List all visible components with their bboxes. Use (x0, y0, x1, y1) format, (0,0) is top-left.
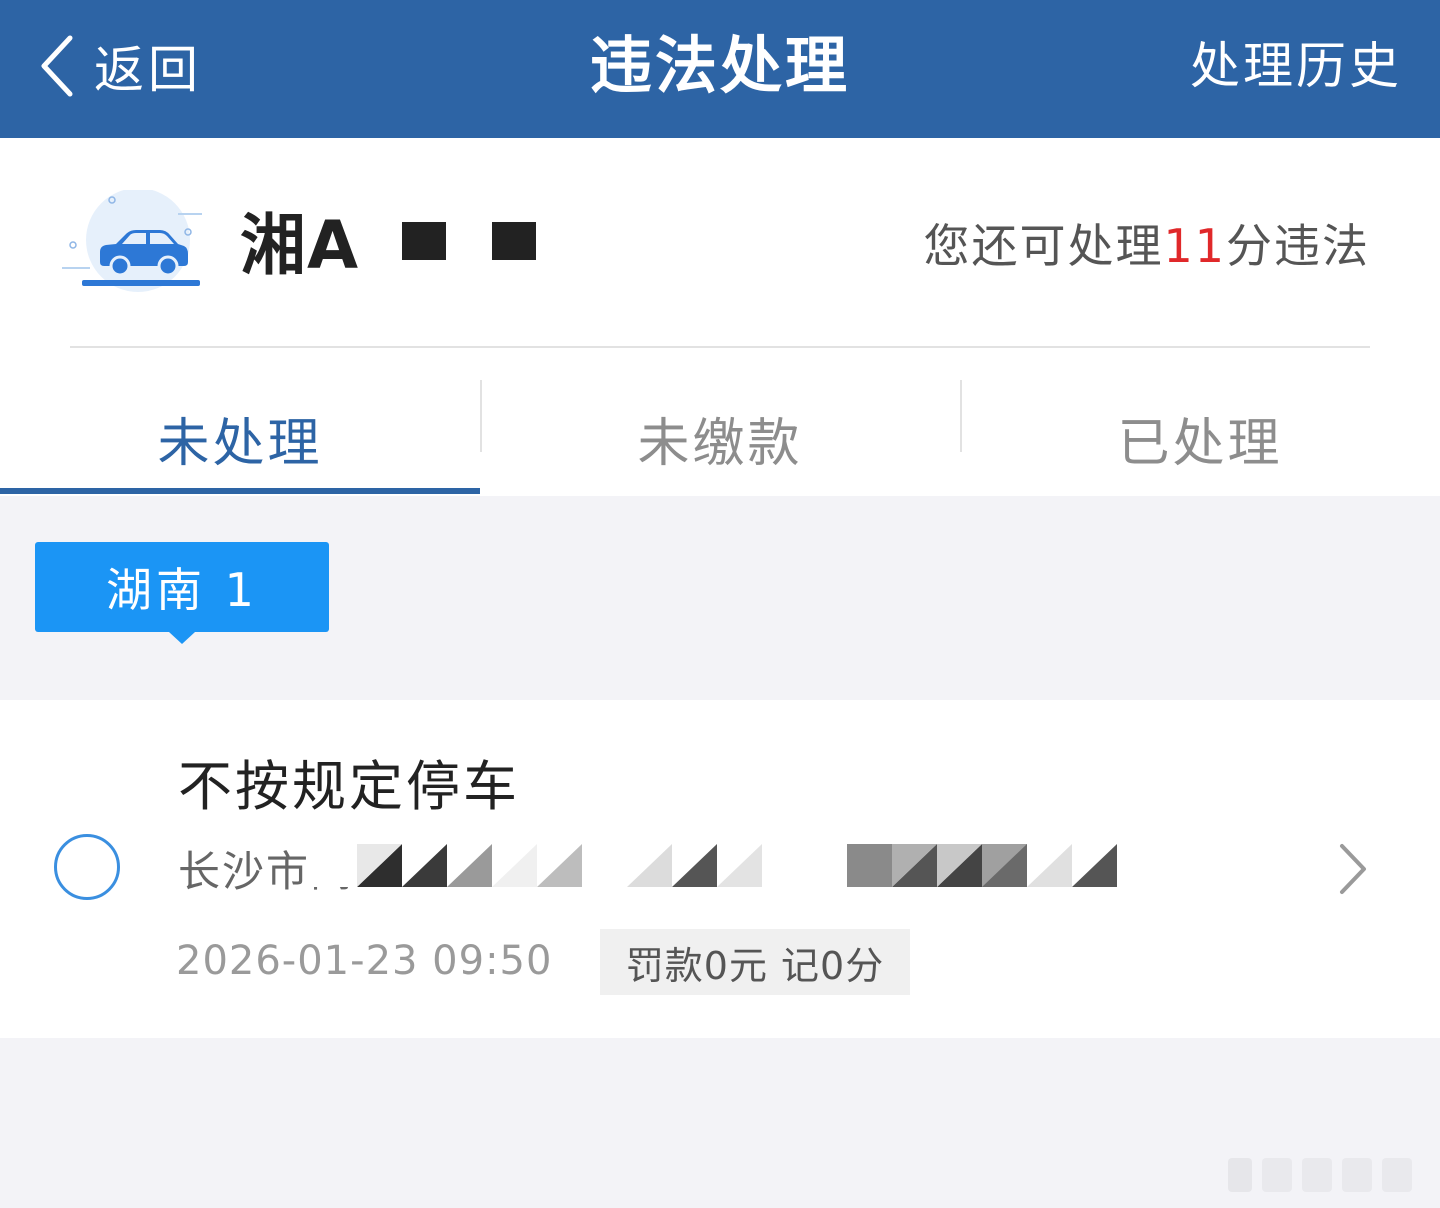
tab-unprocessed[interactable]: 未处理 (0, 380, 480, 496)
watermark-mark (1228, 1158, 1412, 1192)
car-icon (62, 190, 202, 292)
region-tag[interactable]: 湖南 1 (35, 542, 329, 644)
plate-mask-block (492, 222, 536, 260)
tab-label: 未缴款 (637, 413, 803, 474)
tab-separator (480, 380, 482, 452)
tab-processed[interactable]: 已处理 (960, 380, 1440, 496)
divider (70, 346, 1370, 348)
radio-circle-icon[interactable] (54, 834, 120, 900)
history-link[interactable]: 处理历史 (1190, 28, 1402, 104)
penalty-badge: 罚款0元 记0分 (600, 929, 910, 995)
points-value: 11 (1163, 219, 1226, 273)
tab-separator (960, 380, 962, 452)
plate-mask-block (402, 222, 446, 260)
nav-header: 返回 违法处理 处理历史 (0, 0, 1440, 138)
chevron-right-icon (1340, 844, 1366, 894)
tab-unpaid[interactable]: 未缴款 (480, 380, 960, 496)
points-prefix: 您还可处理 (923, 219, 1164, 273)
violation-datetime: 2026-01-23 09:50 (176, 938, 553, 984)
violation-list-item[interactable]: 不按规定停车 长沙市高 2026-01-23 09:50 罚款0元 记0分 (0, 700, 1440, 1038)
active-tab-indicator (0, 488, 480, 494)
plate-prefix: 湘A (240, 207, 360, 284)
license-plate: 湘A (240, 206, 359, 286)
tab-label: 已处理 (1117, 413, 1283, 474)
violation-title: 不按规定停车 (178, 755, 520, 818)
remaining-points-text: 您还可处理11分违法 (923, 216, 1370, 276)
status-tabs: 未处理 未缴款 已处理 (0, 380, 1440, 496)
location-mosaic (312, 844, 1117, 887)
vehicle-card: 湘A 您还可处理11分违法 未处理 未缴款 已处理 (0, 138, 1440, 496)
tab-label: 未处理 (157, 413, 323, 474)
points-suffix: 分违法 (1226, 219, 1370, 273)
